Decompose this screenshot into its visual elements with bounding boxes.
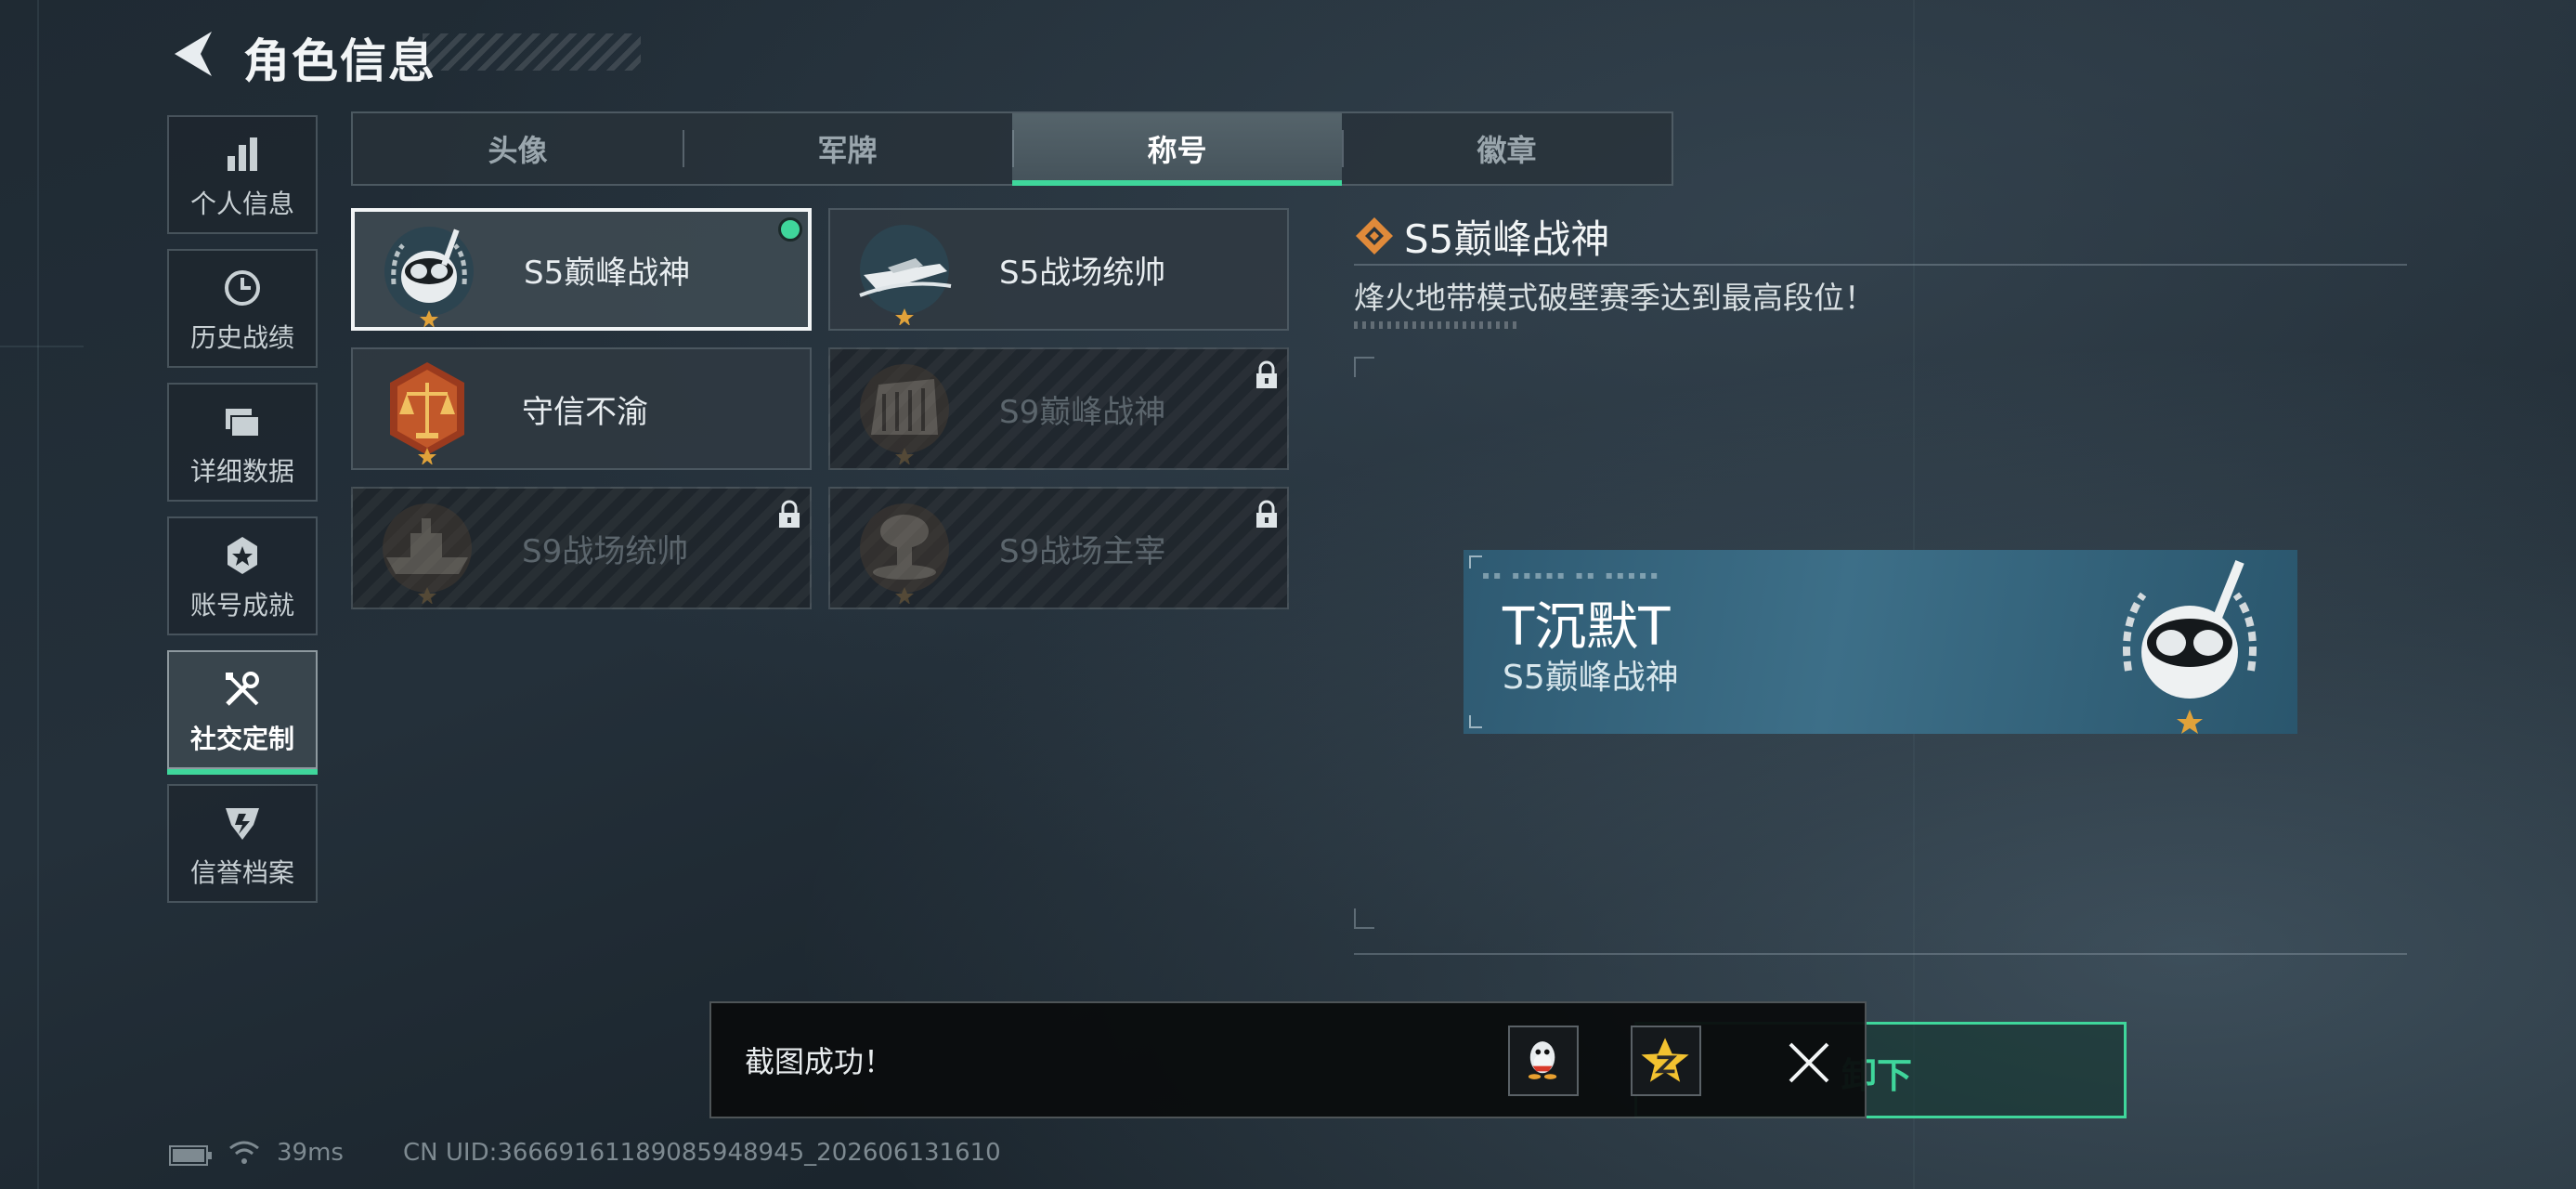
medal-icon	[228, 537, 257, 574]
fortress-emblem	[860, 364, 949, 464]
preview-title-text: S5巅峰战神	[1503, 659, 1679, 697]
equipped-indicator	[778, 217, 802, 242]
sidebar-item-detailed-data[interactable]: 详细数据	[167, 383, 318, 502]
title-card[interactable]: S5巅峰战神	[351, 208, 812, 331]
title-decoration	[423, 33, 641, 71]
detail-description: 烽火地带模式破壁赛季达到最高段位！	[1354, 280, 1875, 316]
title-name: S5巅峰战神	[524, 254, 691, 292]
sidebar-item-label: 信誉档案	[189, 857, 294, 888]
sidebar-item-personal-info[interactable]: 个人信息	[167, 115, 318, 234]
sidebar-item-label: 详细数据	[189, 456, 294, 487]
share-qzone-button[interactable]	[1631, 1026, 1701, 1096]
ping-readout: 39ms	[277, 1139, 344, 1167]
sidebar-item-label: 社交定制	[189, 724, 294, 754]
sidebar-item-label: 历史战绩	[189, 322, 294, 353]
title-name: 守信不渝	[522, 393, 648, 431]
tab-avatar[interactable]: 头像	[353, 113, 683, 184]
tab-dog-tag[interactable]: 军牌	[683, 113, 1012, 184]
bar-chart-icon	[228, 137, 257, 171]
mushroom-cloud-emblem	[860, 503, 949, 604]
title-card[interactable]: S9战场主宰	[828, 487, 1289, 609]
detail-decoration	[1354, 321, 1521, 329]
category-tabs: 头像 军牌 称号 徽章	[351, 111, 1673, 186]
title-name: S5战场统帅	[999, 254, 1166, 292]
warship-emblem	[383, 503, 472, 604]
back-arrow-icon[interactable]	[167, 28, 214, 80]
uid-readout: CN UID:3666916118908594894​5_20260613161…	[403, 1139, 1001, 1167]
battery-icon	[169, 1145, 212, 1166]
scales-emblem	[390, 362, 464, 464]
folder-icon	[226, 409, 260, 438]
divider	[1354, 953, 2407, 955]
tab-title[interactable]: 称号	[1012, 113, 1342, 186]
page-title: 角色信息	[243, 34, 436, 88]
wifi-icon	[229, 1141, 259, 1164]
speedboat-emblem	[859, 225, 952, 325]
title-name: S9巅峰战神	[999, 393, 1166, 431]
tab-badge[interactable]: 徽章	[1342, 113, 1672, 184]
detail-title: S5巅峰战神	[1404, 216, 1610, 262]
corner-bracket	[1354, 357, 1374, 377]
corner-bracket	[1354, 908, 1374, 929]
qzone-icon	[1641, 1038, 1689, 1082]
sidebar-item-label: 账号成就	[189, 590, 294, 621]
corner-bracket	[1469, 555, 1482, 568]
tools-icon	[226, 672, 259, 706]
share-qq-button[interactable]	[1508, 1026, 1579, 1096]
sidebar-item-history[interactable]: 历史战绩	[167, 249, 318, 368]
sidebar-item-label: 个人信息	[189, 189, 294, 219]
divider	[1354, 264, 2407, 266]
title-card[interactable]: S9战场统帅	[351, 487, 812, 609]
diamond-icon	[1356, 217, 1393, 255]
lock-icon	[1256, 360, 1277, 388]
qq-icon	[1528, 1041, 1557, 1079]
sidebar-item-achievements[interactable]: 账号成就	[167, 516, 318, 635]
toast-message: 截图成功！	[745, 1044, 894, 1079]
title-card[interactable]: S5战场统帅	[828, 208, 1289, 331]
skull-diver-emblem	[384, 227, 474, 327]
title-preview-card: ▪▪ ▪▪▪▪▪ ▪▪ ▪▪▪▪▪ T沉默T S5巅峰战神	[1464, 550, 2297, 734]
skull-diver-emblem	[2123, 560, 2257, 734]
title-name: S9战场统帅	[522, 532, 689, 570]
close-icon[interactable]	[1785, 1039, 1833, 1087]
shield-icon	[226, 808, 259, 840]
sidebar-item-social-custom[interactable]: 社交定制	[167, 650, 318, 775]
lock-icon	[1256, 500, 1277, 528]
preview-decoration: ▪▪ ▪▪▪▪▪ ▪▪ ▪▪▪▪▪	[1482, 568, 1662, 581]
lock-icon	[779, 500, 800, 528]
clock-icon	[225, 270, 260, 306]
player-name: T沉默T	[1503, 597, 1671, 658]
title-card[interactable]: 守信不渝	[351, 347, 812, 470]
screenshot-toast: 截图成功！	[709, 1001, 1867, 1118]
sidebar-item-credit-record[interactable]: 信誉档案	[167, 784, 318, 903]
title-name: S9战场主宰	[999, 532, 1166, 570]
title-card[interactable]: S9巅峰战神	[828, 347, 1289, 470]
corner-bracket	[1469, 715, 1482, 728]
